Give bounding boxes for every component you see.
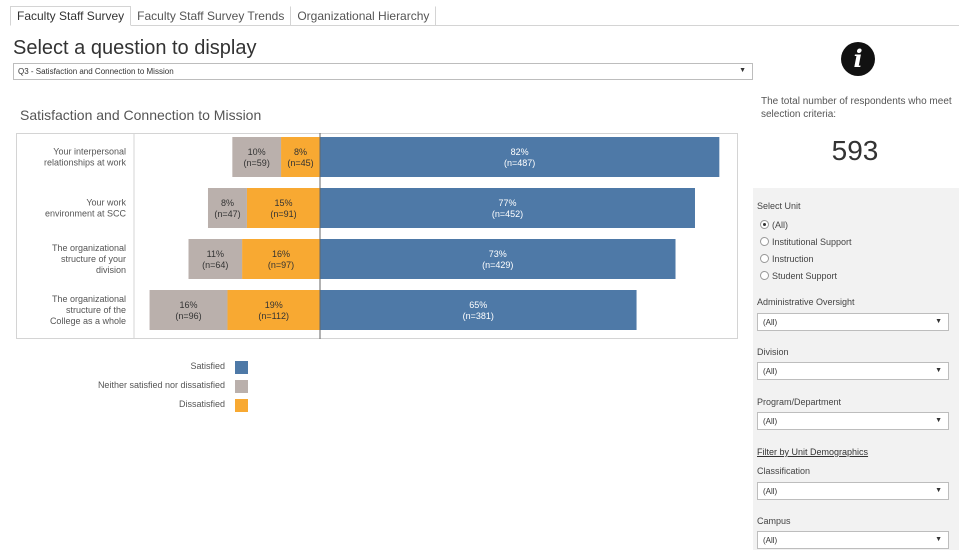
diverging-bar-chart: Your interpersonal relationships at work 8… bbox=[16, 133, 738, 339]
radio-icon bbox=[760, 237, 769, 246]
legend-item-satisfied: Satisfied bbox=[20, 361, 250, 380]
bar-satisfied bbox=[320, 290, 637, 330]
filter-by-unit-demographics-link[interactable]: Filter by Unit Demographics bbox=[757, 447, 868, 457]
unit-option-label: Student Support bbox=[772, 271, 838, 281]
tab-organizational-hierarchy[interactable]: Organizational Hierarchy bbox=[291, 6, 437, 26]
radio-icon bbox=[760, 271, 769, 280]
category-label: The organizational structure of your divis… bbox=[52, 243, 126, 275]
satisfied-n-label: (n=429) bbox=[482, 260, 513, 270]
satisfied-pct-label: 77% bbox=[498, 198, 516, 208]
neutral-pct-label: 11% bbox=[207, 249, 224, 259]
chevron-down-icon: ▼ bbox=[935, 487, 942, 494]
legend-label: Satisfied bbox=[190, 361, 225, 371]
dissatisfied-n-label: (n=91) bbox=[270, 209, 296, 219]
legend-label: Neither satisfied nor dissatisfied bbox=[97, 380, 225, 390]
info-icon[interactable]: i bbox=[841, 42, 875, 76]
bar-neutral bbox=[232, 137, 282, 177]
respondents-count: 593 bbox=[831, 135, 879, 166]
legend-swatch-satisfied bbox=[235, 361, 248, 374]
campus-label: Campus bbox=[757, 516, 791, 526]
bar-satisfied bbox=[320, 188, 695, 228]
classification-label: Classification bbox=[757, 466, 811, 476]
bar-neutral bbox=[207, 188, 247, 228]
unit-option-label: Instruction bbox=[772, 254, 814, 264]
neutral-n-label: (n=96) bbox=[175, 311, 201, 321]
program-department-label: Program/Department bbox=[757, 397, 842, 407]
satisfied-n-label: (n=487) bbox=[504, 158, 535, 168]
dropdown-value: (All) bbox=[763, 417, 778, 426]
question-select-value: Q3 - Satisfaction and Connection to Miss… bbox=[18, 67, 174, 76]
category-label: Your work environment at SCC bbox=[45, 198, 127, 219]
chevron-down-icon: ▼ bbox=[935, 318, 942, 325]
chevron-down-icon: ▼ bbox=[935, 536, 942, 543]
neutral-n-label: (n=59) bbox=[244, 158, 270, 168]
legend: Satisfied Neither satisfied nor dissatis… bbox=[20, 361, 250, 418]
tab-faculty-staff-survey[interactable]: Faculty Staff Survey bbox=[10, 6, 132, 26]
dissatisfied-n-label: (n=97) bbox=[268, 260, 294, 270]
chart-title: Satisfaction and Connection to Mission bbox=[20, 107, 262, 123]
dissatisfied-pct-label: 19% bbox=[265, 300, 283, 310]
chevron-down-icon: ▼ bbox=[935, 367, 942, 374]
tab-faculty-staff-survey-trends[interactable]: Faculty Staff Survey Trends bbox=[131, 6, 292, 26]
dissatisfied-pct-label: 16% bbox=[272, 249, 290, 259]
bar-dissatisfied bbox=[242, 239, 320, 279]
satisfied-n-label: (n=452) bbox=[492, 209, 523, 219]
dissatisfied-pct-label: 15% bbox=[274, 198, 292, 208]
division-dropdown[interactable]: (All) ▼ bbox=[757, 362, 949, 380]
bar-dissatisfied bbox=[246, 188, 320, 228]
neutral-n-label: (n=47) bbox=[214, 209, 240, 219]
category-label: The organizational structure of the Colleg… bbox=[50, 294, 126, 326]
dissatisfied-n-label: (n=45) bbox=[287, 158, 313, 168]
respondents-label: The total number of respondents who meet… bbox=[761, 96, 952, 120]
dropdown-value: (All) bbox=[763, 487, 778, 496]
neutral-pct-label: 10% bbox=[248, 147, 266, 157]
division-label: Division bbox=[757, 347, 789, 357]
dissatisfied-n-label: (n=112) bbox=[258, 311, 289, 321]
administrative-oversight-dropdown[interactable]: (All) ▼ bbox=[757, 313, 949, 331]
question-select[interactable]: Q3 - Satisfaction and Connection to Miss… bbox=[13, 63, 753, 80]
neutral-pct-label: 8% bbox=[221, 198, 234, 208]
administrative-oversight-label: Administrative Oversight bbox=[757, 297, 855, 307]
dropdown-value: (All) bbox=[763, 318, 778, 327]
legend-swatch-dissatisfied bbox=[235, 399, 248, 412]
satisfied-pct-label: 73% bbox=[489, 249, 507, 259]
dropdown-value: (All) bbox=[763, 367, 778, 376]
unit-option-label: (All) bbox=[772, 220, 788, 230]
chevron-down-icon: ▼ bbox=[739, 67, 746, 74]
unit-option-all[interactable]: (All) bbox=[760, 220, 788, 232]
campus-dropdown[interactable]: (All) ▼ bbox=[757, 531, 949, 549]
program-department-dropdown[interactable]: (All) ▼ bbox=[757, 412, 949, 430]
select-unit-label: Select Unit bbox=[757, 201, 801, 211]
satisfied-n-label: (n=381) bbox=[463, 311, 494, 321]
bar-neutral bbox=[149, 290, 228, 330]
bar-neutral bbox=[188, 239, 243, 279]
neutral-pct-label: 16% bbox=[180, 300, 198, 310]
satisfied-pct-label: 65% bbox=[469, 300, 487, 310]
satisfied-pct-label: 82% bbox=[511, 147, 529, 157]
unit-option-instruction[interactable]: Instruction bbox=[760, 254, 814, 266]
legend-item-neutral: Neither satisfied nor dissatisfied bbox=[20, 380, 250, 399]
classification-dropdown[interactable]: (All) ▼ bbox=[757, 482, 949, 500]
tab-bar: Faculty Staff Survey Faculty Staff Surve… bbox=[10, 6, 959, 26]
unit-option-student-support[interactable]: Student Support bbox=[760, 271, 837, 283]
bar-satisfied bbox=[320, 239, 676, 279]
dropdown-value: (All) bbox=[763, 536, 778, 545]
neutral-n-label: (n=64) bbox=[202, 260, 228, 270]
dissatisfied-pct-label: 8% bbox=[294, 147, 307, 157]
legend-swatch-neutral bbox=[235, 380, 248, 393]
unit-option-label: Institutional Support bbox=[772, 237, 852, 247]
bar-dissatisfied bbox=[227, 290, 320, 330]
legend-label: Dissatisfied bbox=[178, 399, 225, 409]
legend-item-dissatisfied: Dissatisfied bbox=[20, 399, 250, 418]
category-label: Your interpersonal relationships at work bbox=[44, 147, 127, 168]
bar-satisfied bbox=[320, 137, 720, 177]
radio-checked-icon bbox=[760, 220, 769, 229]
unit-option-institutional-support[interactable]: Institutional Support bbox=[760, 237, 852, 249]
radio-icon bbox=[760, 254, 769, 263]
page-title: Select a question to display bbox=[13, 37, 257, 59]
bar-dissatisfied bbox=[281, 137, 320, 177]
chevron-down-icon: ▼ bbox=[935, 417, 942, 424]
